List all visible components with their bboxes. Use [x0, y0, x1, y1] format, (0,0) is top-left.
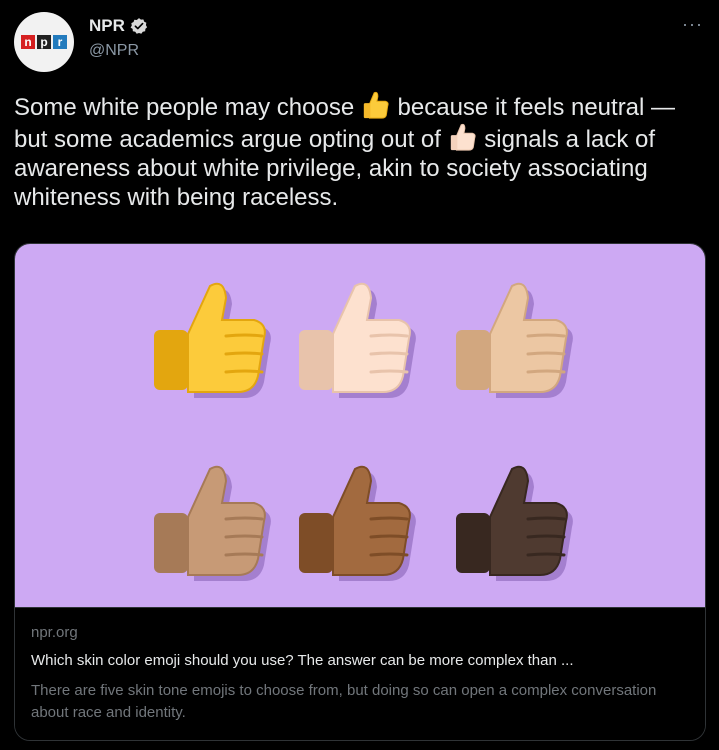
thumbs-up-dark-icon: [456, 465, 573, 581]
link-card[interactable]: npr.org Which skin color emoji should yo…: [14, 243, 706, 741]
npr-logo: n p r: [21, 35, 67, 49]
card-domain: npr.org: [31, 624, 78, 641]
thumbs-up-light-icon: [299, 282, 416, 398]
more-options-icon[interactable]: ···: [682, 14, 703, 35]
card-body: npr.org Which skin color emoji should yo…: [15, 607, 705, 740]
author-name[interactable]: NPR: [89, 16, 125, 36]
thumbs-up-medium-icon: [154, 465, 271, 581]
thumbs-grid: [154, 282, 573, 581]
author-handle[interactable]: @NPR: [89, 42, 139, 60]
tweet-text: Some white people may choose because it …: [14, 90, 704, 212]
thumbs-up-medium-dark-icon: [299, 465, 416, 581]
thumbs-up-default-icon: [154, 282, 271, 398]
thumbs-up-medium-light-icon: [456, 282, 573, 398]
card-description: There are five skin tone emojis to choos…: [31, 682, 657, 721]
thumbs-up-light-icon: [450, 123, 476, 151]
verified-badge-icon: [130, 18, 148, 34]
card-title: Which skin color emoji should you use? T…: [31, 652, 574, 669]
thumbs-up-yellow-icon: [363, 91, 389, 119]
card-image: [15, 244, 705, 607]
author-name-row: NPR: [89, 16, 148, 36]
npr-avatar[interactable]: n p r: [14, 12, 74, 72]
